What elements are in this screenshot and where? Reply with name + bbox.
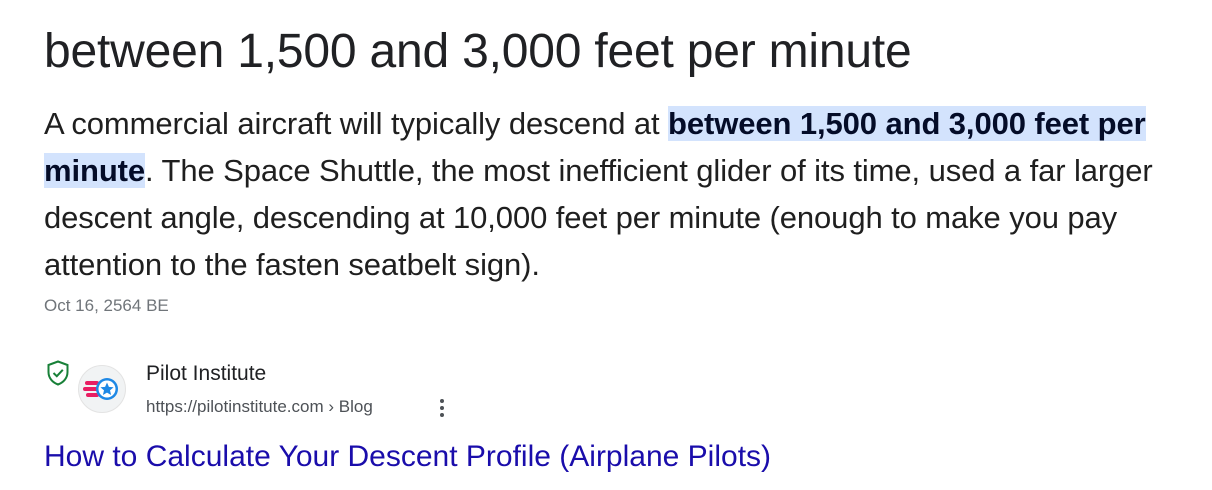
featured-snippet-text: A commercial aircraft will typically des… [44,100,1154,288]
snippet-text-before: A commercial aircraft will typically des… [44,106,669,141]
result-title-link[interactable]: How to Calculate Your Descent Profile (A… [44,440,771,474]
snippet-text-after: . The Space Shuttle, the most inefficien… [44,153,1153,282]
snippet-date: Oct 16, 2564 BE [44,296,169,315]
source-site-name[interactable]: Pilot Institute [146,362,266,386]
featured-answer-title: between 1,500 and 3,000 feet per minute [44,25,912,78]
verified-shield-icon [46,360,70,386]
more-options-icon[interactable] [430,396,454,422]
pilot-institute-favicon-icon[interactable] [78,365,126,413]
source-url[interactable]: https://pilotinstitute.com › Blog [146,397,373,417]
